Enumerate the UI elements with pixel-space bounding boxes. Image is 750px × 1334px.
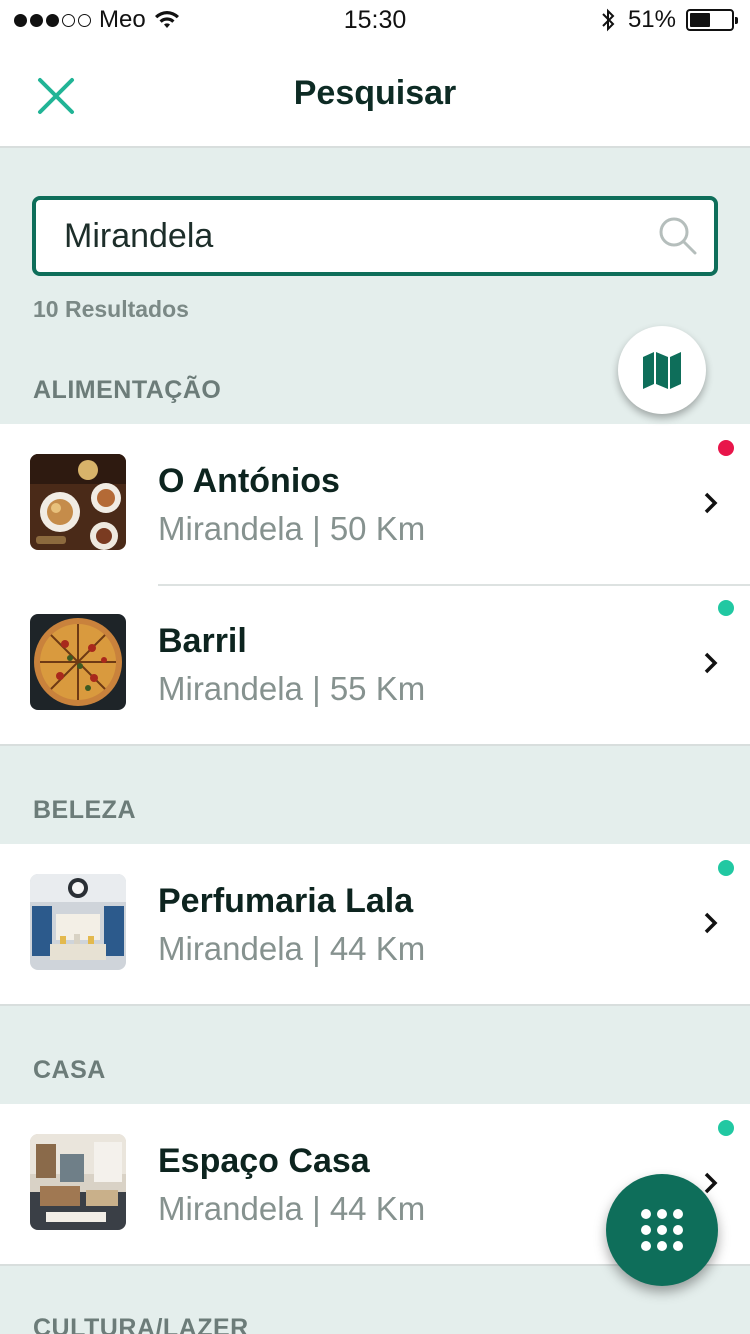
list-item[interactable]: O Antónios Mirandela | 50 Km	[0, 424, 750, 584]
item-name: O Antónios	[158, 462, 340, 500]
search-input[interactable]	[64, 200, 644, 272]
open-status-dot	[718, 860, 734, 876]
nav-bar: Pesquisar	[0, 40, 750, 148]
chevron-right-icon	[704, 1172, 718, 1194]
item-location: Mirandela | 50 Km	[158, 510, 426, 547]
restaurant-table-photo	[30, 454, 126, 550]
item-location: Mirandela | 44 Km	[158, 930, 426, 967]
item-location: Mirandela | 44 Km	[158, 1190, 426, 1227]
results-count: 10 Resultados	[33, 296, 189, 322]
grid-icon	[641, 1209, 683, 1251]
section-header-casa: CASA	[33, 1056, 106, 1084]
search-button[interactable]	[658, 216, 698, 256]
battery-icon	[686, 9, 738, 31]
page-title: Pesquisar	[293, 74, 457, 112]
item-location: Mirandela | 55 Km	[158, 670, 426, 707]
pizza-photo	[30, 614, 126, 710]
perfumery-store-photo	[30, 874, 126, 970]
search-icon	[659, 217, 697, 255]
list-item[interactable]: Barril Mirandela | 55 Km	[0, 584, 750, 744]
search-field[interactable]	[32, 196, 718, 276]
bluetooth-icon	[602, 8, 615, 32]
battery-percent: 51%	[627, 6, 676, 33]
item-name: Barril	[158, 622, 247, 660]
chevron-right-icon	[704, 912, 718, 934]
map-view-button[interactable]	[618, 326, 706, 414]
battery-group: 51%	[600, 6, 738, 34]
closed-status-dot	[718, 440, 734, 456]
section-header-alimentacao: ALIMENTAÇÃO	[33, 376, 222, 404]
status-bar: Meo 15:30 51%	[0, 0, 750, 40]
open-status-dot	[718, 1120, 734, 1136]
open-status-dot	[718, 600, 734, 616]
chevron-right-icon	[704, 492, 718, 514]
item-name: Espaço Casa	[158, 1142, 370, 1180]
map-icon	[643, 352, 681, 389]
list-group-alimentacao: O Antónios Mirandela | 50 Km Barril Mira…	[0, 424, 750, 746]
section-header-cultura-lazer: CULTURA/LAZER	[33, 1314, 249, 1334]
home-store-photo	[30, 1134, 126, 1230]
section-header-beleza: BELEZA	[33, 796, 136, 824]
list-item[interactable]: Perfumaria Lala Mirandela | 44 Km	[0, 844, 750, 1004]
categories-menu-button[interactable]	[606, 1174, 718, 1286]
item-name: Perfumaria Lala	[158, 882, 414, 920]
chevron-right-icon	[704, 652, 718, 674]
list-group-beleza: Perfumaria Lala Mirandela | 44 Km	[0, 844, 750, 1006]
